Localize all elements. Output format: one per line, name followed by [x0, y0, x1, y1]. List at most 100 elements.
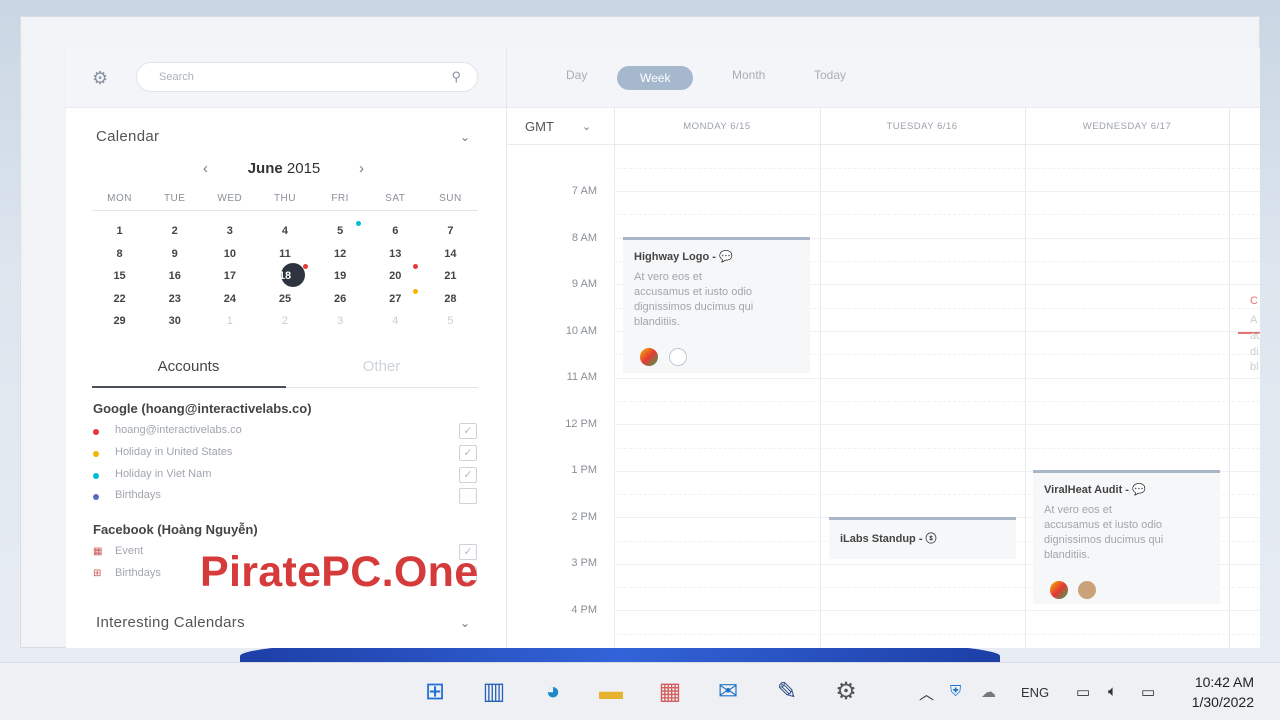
calendar-item[interactable]: Birthdays	[93, 487, 479, 507]
checkbox-checked[interactable]: ✓	[459, 423, 477, 439]
day-cell-next-month[interactable]: 5	[423, 310, 478, 333]
network-icon[interactable]: ▭	[1076, 683, 1090, 701]
day-cell[interactable]: 4	[257, 220, 312, 243]
chevron-down-icon[interactable]: ⌄	[460, 616, 470, 630]
search-input[interactable]: Search ⚲	[136, 62, 478, 92]
day-cell[interactable]: 9	[147, 243, 202, 266]
day-cell-next-month[interactable]: 1	[202, 310, 257, 333]
day-cell[interactable]: 24	[202, 288, 257, 311]
battery-icon[interactable]: ▭	[1141, 683, 1155, 701]
security-shield-icon[interactable]: ⛨	[950, 683, 961, 700]
view-month[interactable]: Month	[732, 68, 765, 82]
day-cell-next-month[interactable]: 3	[313, 310, 368, 333]
day-cell[interactable]: 12	[313, 243, 368, 266]
day-cell[interactable]: 17	[202, 265, 257, 288]
day-cell[interactable]: 28	[423, 288, 478, 311]
event-dot	[356, 221, 361, 226]
day-cell[interactable]: 25	[257, 288, 312, 311]
day-cell[interactable]: 3	[202, 220, 257, 243]
calendar-item[interactable]: hoang@interactivelabs.co ✓	[93, 422, 479, 442]
day-cell[interactable]: 19	[313, 265, 368, 288]
day-header: WEDNESDAY 6/17	[1082, 121, 1172, 132]
day-header: MONDAY 6/15	[683, 121, 751, 132]
file-explorer-icon[interactable]: ▬	[594, 675, 628, 709]
day-header: TUESDAY 6/16	[886, 121, 958, 132]
event-title: iLabs Standup - ⓢ	[840, 533, 937, 545]
day-cell[interactable]: 1	[92, 220, 147, 243]
event-title: Highway Logo - 💬	[634, 251, 733, 263]
checkbox-checked[interactable]: ✓	[459, 445, 477, 461]
clock[interactable]: 10:42 AM 1/30/2022	[1192, 672, 1254, 712]
color-dot	[93, 473, 99, 479]
event-card[interactable]: ViralHeat Audit - 💬 At vero eos et accus…	[1033, 470, 1220, 604]
view-switcher: Day Week Month Today	[507, 48, 1260, 108]
day-cell[interactable]: 22	[92, 288, 147, 311]
day-cell[interactable]: 21	[423, 265, 478, 288]
view-week[interactable]: Week	[617, 66, 694, 90]
year-label: 2015	[286, 160, 321, 177]
half-hour-line	[614, 401, 1260, 402]
language-indicator[interactable]: ENG	[1021, 685, 1049, 700]
settings-icon[interactable]: ⚙	[829, 675, 863, 709]
chevron-down-icon[interactable]: ⌄	[460, 130, 470, 144]
avatar[interactable]	[1078, 581, 1096, 599]
chevron-up-icon[interactable]: ︿	[919, 683, 934, 704]
tab-other[interactable]: Other	[285, 358, 478, 375]
calendar-section-title[interactable]: Calendar	[96, 128, 159, 145]
day-cell[interactable]: 13	[368, 243, 423, 266]
tab-accounts[interactable]: Accounts	[92, 358, 285, 375]
timezone-selector[interactable]: GMT	[525, 119, 554, 134]
add-person-icon[interactable]	[669, 348, 687, 366]
cloud-icon[interactable]: ☁	[981, 683, 996, 701]
event-card[interactable]: Highway Logo - 💬 At vero eos et accusamu…	[623, 237, 810, 373]
day-cell[interactable]: 15	[92, 265, 147, 288]
start-icon[interactable]: ⊞	[418, 675, 452, 709]
calendar-31-icon: ▦	[93, 546, 103, 557]
widgets-icon[interactable]: ▥	[477, 675, 511, 709]
search-icon[interactable]: ⚲	[451, 69, 461, 85]
hour-line	[614, 191, 1260, 192]
day-cell[interactable]: 29	[92, 310, 147, 333]
checkbox-unchecked[interactable]	[459, 488, 477, 504]
clipped-event-text: di	[1250, 346, 1259, 358]
gear-icon[interactable]: ⚙	[92, 68, 112, 88]
store-icon[interactable]: ▦	[653, 675, 687, 709]
next-month-icon[interactable]: ›	[359, 160, 364, 177]
edge-browser-icon[interactable]: ◕	[536, 675, 570, 709]
avatar[interactable]	[640, 348, 658, 366]
event-card[interactable]: iLabs Standup - ⓢ	[829, 517, 1016, 559]
mail-icon[interactable]: ✉	[711, 675, 745, 709]
calendar-item[interactable]: Holiday in Viet Nam ✓	[93, 466, 479, 486]
volume-icon[interactable]: 🔈︎	[1108, 683, 1117, 700]
day-cell[interactable]: 2	[147, 220, 202, 243]
avatar[interactable]	[1050, 581, 1068, 599]
view-day[interactable]: Day	[566, 68, 587, 82]
day-cell[interactable]: 16	[147, 265, 202, 288]
day-cell-next-month[interactable]: 2	[257, 310, 312, 333]
day-cell[interactable]: 23	[147, 288, 202, 311]
time-label: 10 AM	[565, 325, 597, 337]
chevron-down-icon[interactable]: ⌄	[582, 120, 591, 133]
day-cell[interactable]: 11	[257, 243, 312, 266]
day-cell-next-month[interactable]: 4	[368, 310, 423, 333]
half-hour-line	[614, 168, 1260, 169]
checkbox-checked[interactable]: ✓	[459, 467, 477, 483]
hour-line	[614, 378, 1260, 379]
day-cell[interactable]: 14	[423, 243, 478, 266]
weekday-label: WED	[217, 193, 243, 204]
interesting-calendars-title[interactable]: Interesting Calendars	[96, 614, 245, 631]
event-description: At vero eos et accusamus et iusto odio d…	[1044, 503, 1163, 563]
day-cell[interactable]: 8	[92, 243, 147, 266]
divider	[92, 210, 478, 211]
week-row: 22 23 24 25 26 27 28	[92, 288, 478, 311]
day-cell[interactable]: 6	[368, 220, 423, 243]
view-today[interactable]: Today	[814, 68, 846, 82]
account-tabs: Accounts Other	[92, 348, 478, 388]
snipping-tool-icon[interactable]: ✎	[770, 675, 804, 709]
day-cell[interactable]: 10	[202, 243, 257, 266]
day-cell[interactable]: 7	[423, 220, 478, 243]
calendar-item[interactable]: Holiday in United States ✓	[93, 444, 479, 464]
day-cell[interactable]: 30	[147, 310, 202, 333]
day-cell[interactable]: 26	[313, 288, 368, 311]
taskbar: ⊞ ▥ ◕ ▬ ▦ ✉ ✎ ⚙ ︿ ⛨ ☁ ENG ▭ 🔈︎ ▭ 10:42 A…	[0, 662, 1280, 720]
